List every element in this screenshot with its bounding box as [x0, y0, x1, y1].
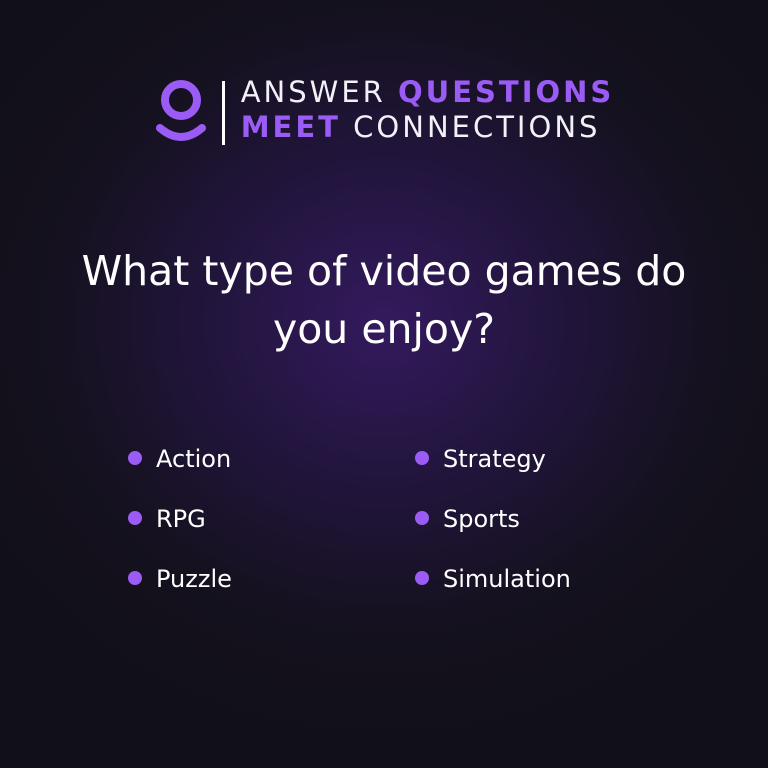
brand-line-1: ANSWER QUESTIONS — [241, 78, 615, 113]
option-strategy: Strategy — [415, 443, 688, 503]
brand-word-meet: MEET — [240, 110, 341, 144]
question-heading: What type of video games do you enjoy? — [40, 242, 728, 358]
option-rpg: RPG — [128, 503, 415, 563]
question-line-2: you enjoy? — [272, 305, 496, 353]
post-canvas: ANSWER QUESTIONS MEET CONNECTIONS What t… — [0, 0, 768, 768]
brand-line-2: MEET CONNECTIONS — [241, 113, 615, 148]
person-icon — [155, 80, 206, 141]
option-label: Puzzle — [156, 565, 232, 593]
option-sports: Sports — [415, 503, 688, 563]
bullet-dot — [128, 451, 142, 465]
brand-divider — [221, 81, 225, 145]
option-label: RPG — [156, 505, 206, 533]
option-puzzle: Puzzle — [128, 563, 415, 623]
bullet-dot — [415, 511, 429, 525]
brand-word-connections: CONNECTIONS — [340, 110, 601, 144]
options-list: Action Strategy RPG Sports Puzzle Simula… — [128, 443, 688, 623]
bullet-dot — [128, 571, 142, 585]
brand-header: ANSWER QUESTIONS MEET CONNECTIONS — [0, 78, 768, 148]
brand-wordmark: ANSWER QUESTIONS MEET CONNECTIONS — [241, 78, 615, 148]
brand-word-answer: ANSWER — [240, 75, 399, 109]
option-action: Action — [128, 443, 415, 503]
option-label: Strategy — [443, 445, 546, 473]
option-label: Sports — [443, 505, 520, 533]
bullet-dot — [415, 451, 429, 465]
option-label: Simulation — [443, 565, 571, 593]
question-line-1: What type of video games do — [81, 247, 687, 295]
brand-word-questions: QUESTIONS — [398, 75, 615, 109]
bullet-dot — [128, 511, 142, 525]
bullet-dot — [415, 571, 429, 585]
option-label: Action — [156, 445, 232, 473]
option-simulation: Simulation — [415, 563, 688, 623]
